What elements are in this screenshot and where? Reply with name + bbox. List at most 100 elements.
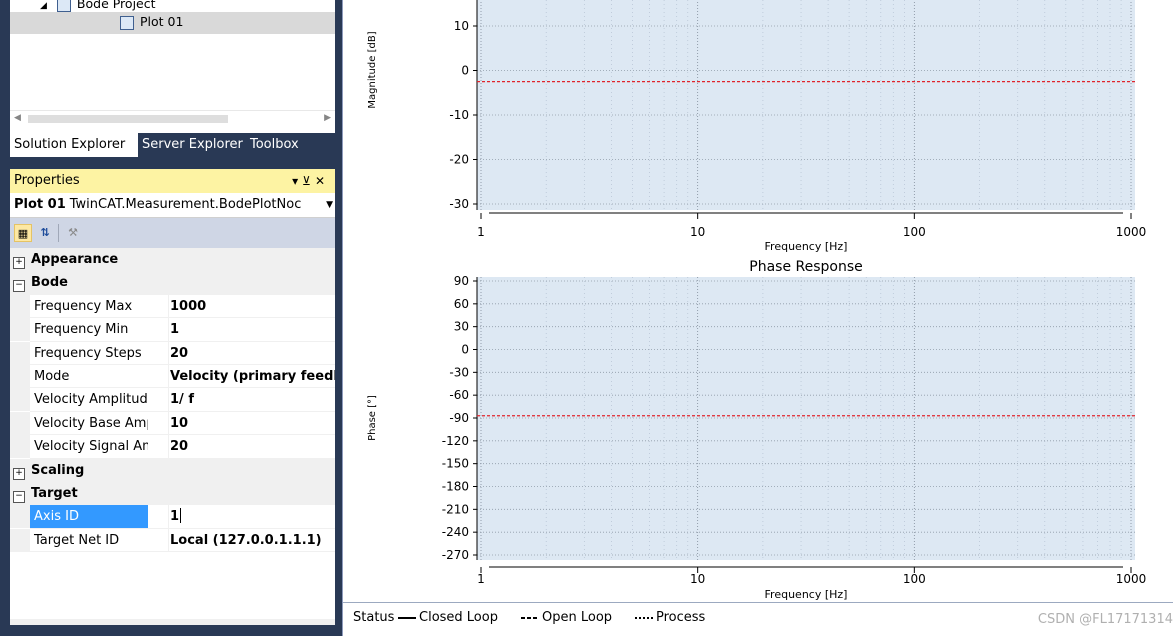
status-label: Status	[353, 610, 395, 625]
y-tick-label: 0	[461, 64, 469, 78]
chevron-down-icon[interactable]: ▼	[324, 193, 333, 217]
property-row[interactable]: Mode Velocity (primary feedb	[10, 364, 335, 389]
chart-title: Phase Response	[749, 259, 863, 275]
dashed-line-swatch	[521, 616, 539, 619]
property-row[interactable]: Velocity Amplitude S 1/ f	[10, 388, 335, 413]
tab-toolbox[interactable]: Toolbox	[246, 133, 303, 157]
y-tick-label: -30	[449, 197, 469, 211]
y-tick-label: -180	[442, 480, 469, 494]
tree-item-plot-label: Plot 01	[140, 14, 184, 29]
property-divider	[168, 505, 169, 529]
property-divider	[168, 364, 169, 388]
property-category-label: Appearance	[31, 252, 119, 267]
y-tick-label: 90	[454, 274, 469, 288]
property-category[interactable]: − Target	[10, 481, 335, 506]
property-row[interactable]: Frequency Min 1	[10, 318, 335, 342]
y-tick-label: -120	[442, 434, 469, 448]
property-value-text: 1	[170, 322, 180, 338]
property-value-text: Local (127.0.0.1.1.1)	[170, 532, 322, 548]
property-value[interactable]: Local (127.0.0.1.1.1)	[170, 529, 335, 552]
legend-open-loop-label: Open Loop	[542, 610, 613, 625]
y-tick-label: 0	[461, 343, 469, 357]
property-divider	[168, 318, 169, 342]
property-row[interactable]: Frequency Max 1000	[10, 294, 335, 319]
property-value-text: 1/ f	[170, 392, 194, 408]
y-tick-label: -60	[449, 388, 469, 402]
solid-line-swatch	[398, 616, 416, 619]
object-type: TwinCAT.Measurement.BodePlotNoc	[69, 197, 302, 212]
x-tick-label: 100	[903, 225, 926, 239]
properties-title-bar: Properties ▾⊻✕	[10, 169, 335, 193]
property-name: Mode	[10, 364, 148, 388]
x-axis-label: Frequency [Hz]	[765, 588, 848, 601]
x-tick-label: 10	[690, 572, 705, 586]
property-value[interactable]: 10	[170, 412, 335, 435]
property-category-label: Bode	[31, 275, 68, 291]
tab-server-explorer[interactable]: Server Explorer	[138, 133, 247, 157]
property-value[interactable]: 20	[170, 342, 335, 365]
project-icon	[56, 0, 71, 12]
object-name: Plot 01	[14, 197, 66, 212]
property-category[interactable]: + Appearance	[10, 248, 335, 272]
property-value[interactable]: Velocity (primary feedb	[170, 365, 335, 388]
property-value[interactable]: 20	[170, 435, 335, 458]
x-axis-label: Frequency [Hz]	[765, 240, 848, 253]
legend-closed-loop: Closed Loop	[398, 603, 498, 633]
property-name: Target Net ID	[10, 528, 148, 552]
alphabetical-icon[interactable]: ⇅	[36, 224, 54, 242]
tab-solution-explorer[interactable]: Solution Explorer	[10, 133, 138, 157]
tree-item-plot[interactable]: Plot 01	[10, 12, 335, 34]
collapse-icon[interactable]: −	[13, 280, 25, 293]
object-selector[interactable]: Plot 01 TwinCAT.Measurement.BodePlotNoc ▼	[10, 193, 335, 218]
property-divider	[168, 388, 169, 412]
property-name: Frequency Max	[10, 294, 148, 318]
y-tick-label: -240	[442, 525, 469, 539]
y-tick-label: -30	[449, 365, 469, 379]
property-value-text: 1	[170, 509, 180, 525]
scroll-thumb[interactable]	[28, 115, 228, 123]
property-divider	[168, 411, 169, 435]
property-value[interactable]: 1	[170, 318, 335, 341]
tree-item-project-label: Bode Project	[76, 0, 156, 11]
scroll-left-icon[interactable]: ◀	[14, 113, 21, 123]
left-tool-panel: ◢ Bode Project Plot 01 ◀ ▶ Solution Explo…	[0, 0, 342, 636]
property-value-text: 10	[170, 415, 189, 431]
dotted-line-swatch	[635, 616, 653, 619]
properties-bottom-edge	[10, 619, 335, 625]
property-divider	[168, 528, 169, 552]
property-row[interactable]: Velocity Signal Amp 20	[10, 435, 335, 459]
property-value-text: 20	[170, 439, 189, 455]
property-value[interactable]: 1000	[170, 295, 335, 318]
property-category[interactable]: + Scaling	[10, 458, 335, 482]
scroll-right-icon[interactable]: ▶	[324, 113, 331, 123]
y-tick-label: 60	[454, 297, 469, 311]
legend-open-loop: Open Loop	[521, 603, 612, 633]
legend-process-label: Process	[656, 610, 706, 625]
horizontal-scrollbar[interactable]: ◀ ▶	[10, 110, 335, 128]
pin-icon[interactable]: ⊻	[302, 174, 315, 188]
dropdown-icon[interactable]: ▾	[292, 174, 302, 188]
property-row[interactable]: Frequency Steps 20	[10, 341, 335, 366]
expand-icon[interactable]: +	[13, 467, 25, 480]
legend-process: Process	[635, 603, 705, 633]
property-name: Frequency Min	[10, 318, 148, 342]
property-category[interactable]: − Bode	[10, 271, 335, 295]
property-pages-icon[interactable]: ⚒	[64, 224, 82, 242]
x-tick-label: 10	[690, 225, 705, 239]
property-row[interactable]: Axis ID 1	[10, 505, 335, 530]
x-tick-label: 1000	[1116, 572, 1147, 586]
y-tick-label: 10	[454, 19, 469, 33]
property-row[interactable]: Target Net ID Local (127.0.0.1.1.1)	[10, 528, 335, 553]
categorized-icon[interactable]: ▦	[14, 224, 32, 242]
x-tick-label: 100	[903, 572, 926, 586]
property-value-text: 20	[170, 345, 189, 361]
expand-icon[interactable]: +	[13, 257, 25, 269]
property-value[interactable]: 1/ f	[170, 388, 335, 411]
collapse-icon[interactable]: −	[13, 490, 25, 503]
property-category-label: Target	[31, 485, 78, 501]
bode-charts: 100-10-20-301 10 100 1000Frequency [Hz]Magn…	[367, 0, 1147, 601]
property-row[interactable]: Velocity Base Amplit 10	[10, 411, 335, 436]
close-icon[interactable]: ✕	[315, 174, 329, 188]
legend-closed-loop-label: Closed Loop	[419, 610, 498, 625]
property-value[interactable]: 1	[170, 505, 335, 528]
